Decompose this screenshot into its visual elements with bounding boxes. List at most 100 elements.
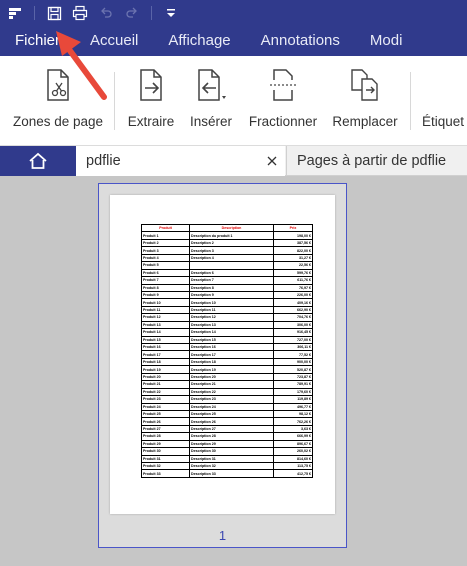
table-cell: 306,00 € [273,320,313,330]
zones-de-page-button[interactable]: Zones de page [12,68,104,138]
table-cell: Description 4 [189,253,274,263]
table-row: Produit 10 Description 10 409,16 € [141,298,313,307]
tab-affichage[interactable]: Affichage [153,26,245,56]
table-cell: Description 26 [189,417,274,426]
table-cell: 76,97 € [273,283,313,292]
table-cell: 822,00 € [273,246,313,255]
table-cell: Description 30 [189,447,274,456]
table-cell: Description 19 [189,365,274,374]
table-cell: 412,75 € [273,469,313,478]
print-icon[interactable] [71,4,89,22]
table-cell: Description 3 [189,246,274,255]
table-cell: Produit 7 [141,276,190,285]
page-thumbnail-selected[interactable]: Produit Description Prix Produit 1 Descri… [98,183,347,548]
table-cell: 113,75 € [273,461,313,471]
document-tab-title: pdflie [86,153,121,169]
table-header-row: Produit Description Prix [141,223,313,233]
table-cell: 723,87 € [273,372,313,382]
table-row: Produit 8 Description 8 76,97 € [141,283,313,292]
table-cell: Description 31 [189,454,274,464]
fractionner-button[interactable]: Fractionner [246,68,320,138]
table-cell: Description 21 [189,380,274,389]
table-row: Produit 28 Description 28 666,99 € [141,432,313,441]
etiquette-button[interactable]: Étiquet [422,68,467,138]
save-icon[interactable] [45,4,63,22]
table-row: Produit 18 Description 18 900,00 € [141,357,313,367]
extract-page-icon [134,68,168,102]
remplacer-button[interactable]: Remplacer [330,68,400,138]
inserer-label: Insérer [189,114,233,129]
redo-icon[interactable] [123,4,141,22]
table-cell: 704,76 € [273,313,313,322]
toolbar-separator [151,6,152,20]
table-cell: 520,87 € [273,365,313,374]
remplacer-label: Remplacer [332,114,398,129]
table-cell: Produit 2 [141,238,190,248]
tab-document-active[interactable]: pdflie [76,146,285,176]
tab-modifier[interactable]: Modi [355,26,418,56]
table-row: Produit 24 Description 24 496,77 € [141,402,313,411]
undo-icon[interactable] [97,4,115,22]
quick-access-toolbar [0,0,467,26]
page-thumbnail: Produit Description Prix Produit 1 Descri… [110,195,335,514]
table-row: Produit 7 Description 7 611,76 € [141,276,313,285]
table-cell: 198,00 € [273,231,313,240]
table-cell: 666,99 € [273,432,313,441]
toolbar-separator [34,6,35,20]
table-cell: Produit 22 [141,387,190,397]
table-row: Produit 2 Description 2 387,56 € [141,238,313,248]
table-row: Produit 19 Description 19 520,87 € [141,365,313,374]
table-cell: Description 9 [189,290,274,300]
label-icon [422,68,456,102]
table-cell: Description 33 [189,469,274,478]
table-row: Produit 13 Description 13 306,00 € [141,320,313,330]
table-row: Produit 3 Description 3 822,00 € [141,246,313,255]
table-row: Produit 6 Description 6 599,76 € [141,268,313,278]
table-cell: 814,60 € [273,454,313,464]
table-cell: 31,27 € [273,253,313,263]
table-cell: Produit 27 [141,424,190,434]
table-cell: Description 32 [189,461,274,471]
table-cell: Produit 24 [141,402,190,411]
insert-page-icon [194,68,228,102]
table-row: Produit 5 22,56 € [141,261,313,270]
table-cell: Description 20 [189,372,274,382]
tab-document-pages[interactable]: Pages à partir de pdflie [286,146,467,176]
table-cell: Produit 10 [141,298,190,307]
table-cell: Produit 23 [141,395,190,404]
customize-icon[interactable] [162,4,180,22]
table-cell: 77,52 € [273,350,313,359]
table-row: Produit 14 Description 14 916,45 € [141,328,313,337]
table-cell: Produit 21 [141,380,190,389]
table-cell: Description 23 [189,395,274,404]
table-row: Produit 21 Description 21 789,91 € [141,380,313,389]
table-row: Produit 20 Description 20 723,87 € [141,372,313,382]
table-cell: 306,11 € [273,342,313,352]
home-tab[interactable] [0,146,76,176]
column-header: Produit [141,223,190,233]
table-cell: Description 28 [189,432,274,441]
table-cell: Produit 18 [141,357,190,367]
tab-accueil[interactable]: Accueil [75,26,153,56]
table-cell: Produit 4 [141,253,190,263]
table-row: Produit 32 Description 32 113,75 € [141,461,313,471]
close-icon[interactable] [265,146,279,176]
extraire-button[interactable]: Extraire [126,68,176,138]
table-cell: Description 15 [189,335,274,345]
table-cell: Produit 1 [141,231,190,240]
table-cell: Produit 29 [141,439,190,449]
inserer-button[interactable]: Insérer [186,68,236,138]
table-cell: Produit 15 [141,335,190,345]
table-cell: Description 24 [189,402,274,411]
table-row: Produit 16 Description 16 306,11 € [141,342,313,352]
tab-fichier[interactable]: Fichier [0,26,75,56]
table-cell: Produit 32 [141,461,190,471]
table-cell: Description 25 [189,409,274,419]
tab-annotations[interactable]: Annotations [246,26,355,56]
table-cell: Produit 20 [141,372,190,382]
ribbon-separator [410,72,411,130]
app-menu-icon[interactable] [6,4,24,22]
table-cell: Produit 31 [141,454,190,464]
table-cell: 662,90 € [273,305,313,315]
table-row: Produit 23 Description 23 119,89 € [141,395,313,404]
